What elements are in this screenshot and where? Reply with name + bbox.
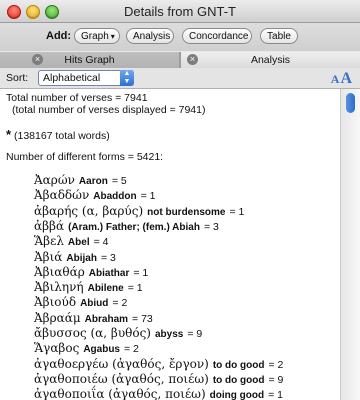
gloss: Abilene [87, 283, 124, 295]
count: = 1 [133, 266, 149, 279]
gloss: Abaddon [93, 191, 137, 203]
gloss: doing good [209, 390, 265, 400]
list-item: Ἅγαβος Agabus = 2 [34, 341, 139, 355]
total-words-line: * (138167 total words) [6, 127, 110, 142]
gloss: Abiathar [88, 267, 130, 279]
gloss: not burdensome [147, 206, 226, 218]
list-item: Ἅβελ Abel = 4 [34, 234, 108, 248]
gloss: Aaron [78, 176, 108, 187]
greek-word: ἀγαθοεργέω (ἀγαθός, ἔργον) [34, 356, 209, 371]
list-item: Ἀβιούδ Abiud = 2 [34, 295, 127, 309]
graph-button-label: Graph [81, 31, 109, 42]
sort-bar: Sort: Alphabetical ▲ ▼ AA [0, 68, 360, 89]
list-item: ἄβυσσος (α, βυθός) abyss = 9 [34, 326, 202, 340]
tab-analysis[interactable]: × Analysis [180, 52, 360, 68]
count: = 3 [203, 220, 219, 233]
different-forms: Number of different forms = 5421: [6, 151, 164, 163]
count: = 73 [132, 312, 153, 325]
count: = 2 [268, 358, 284, 371]
analysis-button[interactable]: Analysis [126, 28, 174, 44]
gloss: abyss [154, 329, 184, 340]
list-item: ἀγαθοποιΐα (ἀγαθός, ποιέω) doing good = 1 [34, 387, 283, 400]
gloss: Abel [67, 237, 90, 249]
gloss: Abijah [66, 252, 97, 264]
star-marker: * [6, 127, 12, 142]
toolbar: Add: Graph ▾ Analysis Concordance Table [0, 23, 360, 51]
list-item: ἀββά (Aram.) Father; (fem.) Abiah = 3 [34, 219, 219, 233]
list-item: Ἀβραάμ Abraham = 73 [34, 311, 153, 325]
tab-label: Hits Graph [64, 54, 115, 66]
gloss: Agabus [83, 344, 120, 356]
scroll-thumb[interactable] [346, 93, 355, 113]
count: = 1 [229, 205, 245, 218]
gloss: Abraham [84, 313, 129, 325]
list-item: ἀγαθοποιέω (ἀγαθός, ποιέω) to do good = 9 [34, 372, 283, 386]
sort-select[interactable]: Alphabetical ▲ ▼ [38, 70, 134, 86]
dropdown-arrow-icon: ▾ [110, 32, 115, 41]
greek-word: Ἀβιά [34, 249, 63, 264]
list-item: ἀβαρής (α, βαρύς) not burdensome = 1 [34, 204, 244, 218]
count: = 4 [93, 236, 109, 249]
greek-word: Ἅγαβος [34, 341, 80, 356]
count: = 2 [112, 297, 128, 310]
count: = 9 [268, 373, 284, 386]
sort-label: Sort: [6, 72, 29, 84]
greek-word: Ἀβιούδ [34, 295, 77, 310]
close-tab-icon[interactable]: × [187, 54, 198, 65]
count: = 3 [100, 251, 116, 264]
graph-button[interactable]: Graph ▾ [74, 28, 120, 44]
sort-selected-value: Alphabetical [43, 72, 101, 84]
greek-word: Ἅβελ [34, 234, 64, 249]
list-item: Ἀβιληνή Abilene = 1 [34, 280, 143, 294]
count: = 1 [140, 190, 156, 203]
gloss: to do good [212, 374, 265, 386]
list-item: Ἀβιαθάρ Abiathar = 1 [34, 265, 148, 279]
font-size-icon[interactable]: AA [331, 70, 352, 88]
analysis-content: Total number of verses = 7941 (total num… [0, 89, 340, 400]
greek-word: Ἀβιληνή [34, 280, 84, 295]
list-item: Ἀαρών Aaron = 5 [34, 173, 127, 187]
greek-word: Ἀαρών [34, 173, 75, 187]
greek-word: Ἀβραάμ [34, 310, 81, 325]
list-item: ἀγαθοεργέω (ἀγαθός, ἔργον) to do good = 2 [34, 357, 283, 371]
list-item: Ἀβιά Abijah = 3 [34, 250, 116, 264]
greek-word: ἀγαθοποιΐα (ἀγαθός, ποιέω) [34, 387, 206, 400]
greek-word: ἀββά [34, 218, 65, 233]
total-verses: Total number of verses = 7941 [6, 92, 148, 104]
displayed-verses: (total number of verses displayed = 7941… [12, 104, 206, 116]
gloss: to do good [212, 359, 265, 371]
app-window: Details from GNT-T Add: Graph ▾ Analysis … [0, 0, 360, 400]
table-button[interactable]: Table [260, 28, 298, 44]
count: = 5 [111, 175, 127, 187]
tab-label: Analysis [250, 54, 291, 66]
greek-word: Ἀβαδδών [34, 188, 90, 203]
select-arrows-icon: ▲ ▼ [120, 70, 134, 86]
list-item: Ἀβαδδών Abaddon = 1 [34, 188, 155, 202]
title-bar: Details from GNT-T [0, 0, 360, 23]
greek-word: ἀβαρής (α, βαρύς) [34, 203, 144, 218]
count: = 2 [124, 343, 139, 356]
count: = 1 [127, 282, 143, 295]
add-label: Add: [46, 30, 72, 42]
greek-word: ἀγαθοποιέω (ἀγαθός, ποιέω) [34, 371, 209, 386]
gloss: (Aram.) Father; (fem.) Abiah [68, 221, 200, 233]
count: = 1 [268, 389, 283, 400]
tab-bar: × Hits Graph × Analysis [0, 52, 360, 69]
greek-word: Ἀβιαθάρ [34, 264, 85, 279]
concordance-button[interactable]: Concordance [182, 28, 252, 44]
vertical-scrollbar[interactable] [340, 89, 360, 400]
close-tab-icon[interactable]: × [32, 54, 43, 65]
count: = 9 [187, 328, 203, 340]
gloss: Abiud [80, 298, 109, 310]
total-words: (138167 total words) [13, 130, 110, 142]
window-title: Details from GNT-T [124, 4, 236, 19]
greek-word: ἄβυσσος (α, βυθός) [34, 326, 151, 340]
tab-hits-graph[interactable]: × Hits Graph [0, 52, 180, 68]
